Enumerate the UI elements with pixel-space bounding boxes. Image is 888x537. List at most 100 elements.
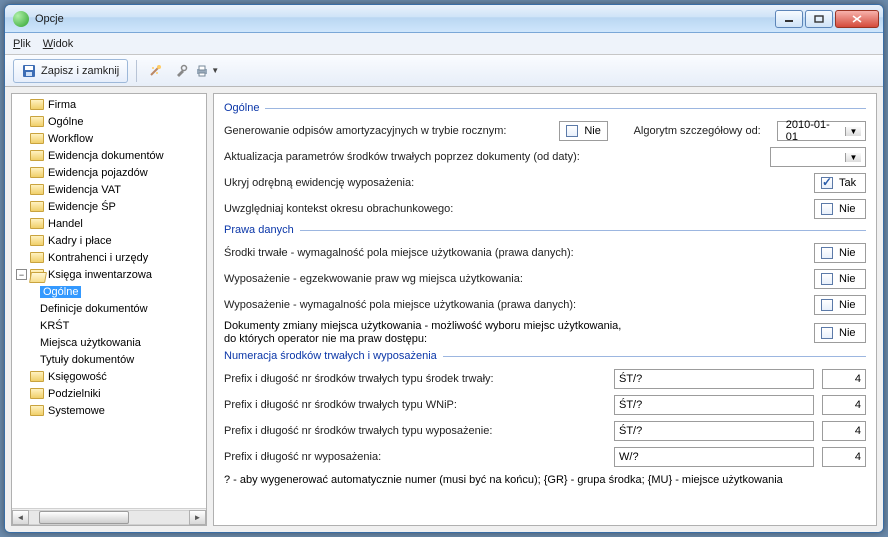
numbering-hint: ? - aby wygenerować automatycznie numer … bbox=[224, 474, 866, 486]
scroll-track[interactable] bbox=[29, 510, 189, 525]
folder-icon bbox=[30, 184, 44, 195]
menu-widok[interactable]: Widok bbox=[43, 38, 74, 50]
wand-button[interactable] bbox=[145, 61, 165, 81]
date-aktualizacja[interactable]: ▼ bbox=[770, 147, 866, 167]
tree-item-label: Tytuły dokumentów bbox=[40, 354, 134, 366]
tree-item[interactable]: Podzielniki bbox=[12, 385, 206, 402]
menu-plik[interactable]: Plik bbox=[13, 38, 31, 50]
input-len-2[interactable]: 4 bbox=[822, 395, 866, 415]
tree-item-label: Workflow bbox=[48, 133, 93, 145]
close-button[interactable] bbox=[835, 10, 879, 28]
checkbox-gen-amort[interactable]: Nie bbox=[559, 121, 608, 141]
folder-icon bbox=[30, 218, 44, 229]
tree-item[interactable]: Ewidencja pojazdów bbox=[12, 164, 206, 181]
checkbox-ukryj[interactable]: Tak bbox=[814, 173, 866, 193]
label-prawa-1: Środki trwałe - wymagalność pola miejsce… bbox=[224, 247, 574, 259]
tree-item[interactable]: Ogólne bbox=[12, 113, 206, 130]
tree-item-label: Definicje dokumentów bbox=[40, 303, 148, 315]
window-title: Opcje bbox=[35, 13, 775, 25]
save-icon bbox=[22, 64, 36, 78]
tree-item-label: Systemowe bbox=[48, 405, 105, 417]
tree-item[interactable]: Księgowość bbox=[12, 368, 206, 385]
tree-item-label: Ewidencje ŚP bbox=[48, 201, 116, 213]
form-pane: Ogólne Generowanie odpisów amortyzacyjny… bbox=[213, 93, 877, 526]
group-prawa-title: Prawa danych bbox=[224, 224, 866, 236]
tree-item[interactable]: Ewidencja VAT bbox=[12, 181, 206, 198]
label-num-2: Prefix i długość nr środków trwałych typ… bbox=[224, 399, 457, 411]
tree-item[interactable]: −Księga inwentarzowa bbox=[12, 266, 206, 283]
tools-button[interactable] bbox=[171, 61, 191, 81]
tree-item-label: Kadry i płace bbox=[48, 235, 112, 247]
checkbox-icon bbox=[566, 125, 578, 137]
wand-icon bbox=[148, 64, 162, 78]
tree-item[interactable]: Kadry i płace bbox=[12, 232, 206, 249]
tree-item[interactable]: Miejsca użytkowania bbox=[12, 334, 206, 351]
input-len-4[interactable]: 4 bbox=[822, 447, 866, 467]
tree-item[interactable]: Handel bbox=[12, 215, 206, 232]
label-ukryj: Ukryj odrębną ewidencję wyposażenia: bbox=[224, 177, 414, 189]
tree-item-label: Miejsca użytkowania bbox=[40, 337, 141, 349]
folder-icon bbox=[30, 133, 44, 144]
checkbox-uwzglednij[interactable]: Nie bbox=[814, 199, 866, 219]
tree-item-label: Ewidencja VAT bbox=[48, 184, 121, 196]
folder-icon bbox=[30, 371, 44, 382]
folder-icon bbox=[30, 167, 44, 178]
tree-item[interactable]: Workflow bbox=[12, 130, 206, 147]
input-len-1[interactable]: 4 bbox=[822, 369, 866, 389]
horizontal-scrollbar[interactable]: ◄ ► bbox=[12, 508, 206, 525]
tree-item[interactable]: Systemowe bbox=[12, 402, 206, 419]
input-prefix-3[interactable]: ŚT/? bbox=[614, 421, 814, 441]
input-prefix-1[interactable]: ŚT/? bbox=[614, 369, 814, 389]
folder-icon bbox=[30, 269, 44, 280]
tree-item[interactable]: KRŚT bbox=[12, 317, 206, 334]
tree-item-label: Kontrahenci i urzędy bbox=[48, 252, 148, 264]
tree-item[interactable]: Kontrahenci i urzędy bbox=[12, 249, 206, 266]
minimize-button[interactable] bbox=[775, 10, 803, 28]
app-icon bbox=[13, 11, 29, 27]
tree-item[interactable]: Ewidencja dokumentów bbox=[12, 147, 206, 164]
input-prefix-4[interactable]: W/? bbox=[614, 447, 814, 467]
scroll-right-button[interactable]: ► bbox=[189, 510, 206, 525]
folder-icon bbox=[30, 388, 44, 399]
tree-item-label: Firma bbox=[48, 99, 76, 111]
label-aktualizacja: Aktualizacja parametrów środków trwałych… bbox=[224, 151, 580, 163]
tree-item[interactable]: Tytuły dokumentów bbox=[12, 351, 206, 368]
checkbox-prawa-3[interactable]: Nie bbox=[814, 295, 866, 315]
label-num-4: Prefix i długość nr wyposażenia: bbox=[224, 451, 381, 463]
tree-item-label: Ogólne bbox=[48, 116, 83, 128]
tree-item[interactable]: Ewidencje ŚP bbox=[12, 198, 206, 215]
checkbox-prawa-1[interactable]: Nie bbox=[814, 243, 866, 263]
checkbox-prawa-2[interactable]: Nie bbox=[814, 269, 866, 289]
label-prawa-4: Dokumenty zmiany miejsca użytkowania - m… bbox=[224, 320, 621, 346]
maximize-button[interactable] bbox=[805, 10, 833, 28]
options-tree[interactable]: FirmaOgólneWorkflowEwidencja dokumentówE… bbox=[12, 94, 206, 508]
input-prefix-2[interactable]: ŚT/? bbox=[614, 395, 814, 415]
tree-item-label: KRŚT bbox=[40, 320, 69, 332]
label-uwzglednij: Uwzględniaj kontekst okresu obrachunkowe… bbox=[224, 203, 453, 215]
tree-item-selected[interactable]: Ogólne bbox=[12, 283, 206, 300]
checkbox-icon bbox=[821, 299, 833, 311]
tree-item[interactable]: Firma bbox=[12, 96, 206, 113]
collapse-icon[interactable]: − bbox=[16, 269, 27, 280]
tree-pane: FirmaOgólneWorkflowEwidencja dokumentówE… bbox=[11, 93, 207, 526]
date-algorytm[interactable]: 2010-01-01 ▼ bbox=[777, 121, 866, 141]
folder-icon bbox=[30, 235, 44, 246]
folder-icon bbox=[30, 150, 44, 161]
folder-icon bbox=[30, 116, 44, 127]
input-len-3[interactable]: 4 bbox=[822, 421, 866, 441]
tree-item[interactable]: Definicje dokumentów bbox=[12, 300, 206, 317]
save-close-button[interactable]: Zapisz i zamknij bbox=[13, 59, 128, 83]
label-prawa-3: Wyposażenie - wymagalność pola miejsce u… bbox=[224, 299, 576, 311]
label-num-1: Prefix i długość nr środków trwałych typ… bbox=[224, 373, 494, 385]
toolbar-separator bbox=[136, 60, 137, 82]
checkbox-prawa-4[interactable]: Nie bbox=[814, 323, 866, 343]
label-num-3: Prefix i długość nr środków trwałych typ… bbox=[224, 425, 492, 437]
titlebar[interactable]: Opcje bbox=[5, 5, 883, 33]
scroll-left-button[interactable]: ◄ bbox=[12, 510, 29, 525]
checkbox-icon bbox=[821, 177, 833, 189]
chevron-down-icon: ▼ bbox=[211, 66, 219, 75]
label-gen-amort: Generowanie odpisów amortyzacyjnych w tr… bbox=[224, 125, 506, 137]
folder-icon bbox=[30, 99, 44, 110]
print-button[interactable]: ▼ bbox=[197, 61, 217, 81]
scroll-thumb[interactable] bbox=[39, 511, 129, 524]
